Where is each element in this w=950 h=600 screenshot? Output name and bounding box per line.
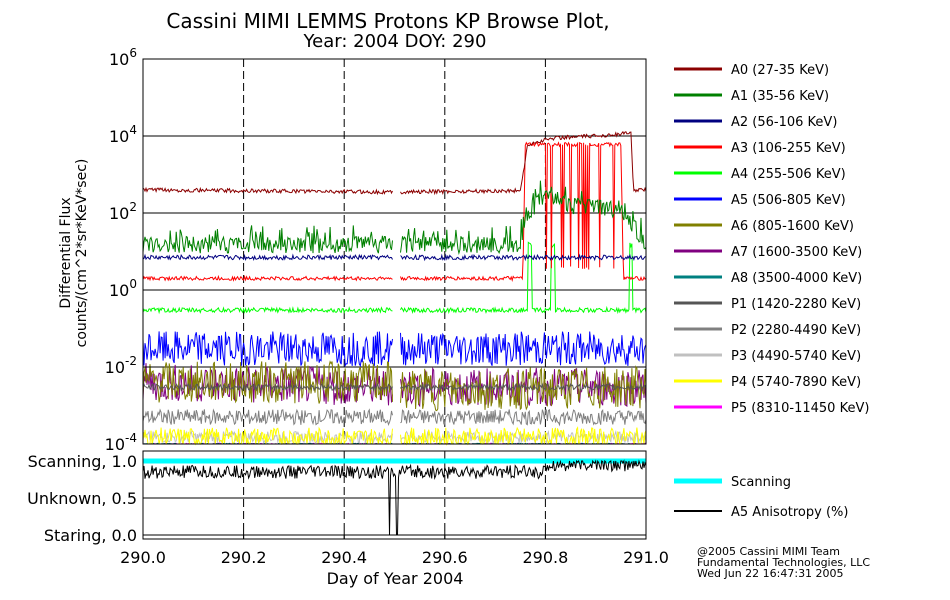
- x-tick-label: 290.4: [321, 548, 367, 567]
- flux-series-line: [142, 130, 647, 196]
- scan-y-ticks: Scanning, 1.0 Unknown, 0.5 Staring, 0.0: [27, 452, 137, 545]
- x-tick-label: 290.2: [221, 548, 267, 567]
- legend: A0 (27-35 KeV) A1 (35-56 KeV) A2 (56-106 K…: [674, 63, 869, 416]
- legend-label: P1 (1420-2280 KeV): [731, 297, 861, 312]
- scan-panel: Scanning, 1.0 Unknown, 0.5 Staring, 0.0: [27, 450, 647, 545]
- flux-series-line: [142, 408, 647, 427]
- x-tick-label: 290.6: [422, 548, 468, 567]
- flux-y-tick-label: 104: [109, 123, 137, 146]
- legend-label: A5 Anisotropy (%): [731, 505, 848, 520]
- flux-y-tick-label: 10-2: [105, 354, 137, 377]
- flux-y-tick-label: 102: [109, 200, 137, 223]
- flux-y-tick-label: 106: [109, 46, 137, 69]
- chart-subtitle: Year: 2004 DOY: 290: [303, 31, 487, 52]
- scan-y-tick-label: Scanning, 1.0: [28, 452, 137, 471]
- legend-label: A4 (255-506 KeV): [731, 167, 846, 182]
- flux-series-line: [142, 331, 647, 368]
- legend-label: A6 (805-1600 KeV): [731, 219, 854, 234]
- flux-series-line: [142, 141, 647, 282]
- x-axis-ticks: 290.0 290.2 290.4 290.6 290.8 291.0: [120, 531, 669, 567]
- x-axis-label: Day of Year 2004: [327, 569, 464, 588]
- flux-y-tick-label: 100: [109, 277, 137, 300]
- legend-label: A8 (3500-4000 KeV): [731, 271, 862, 286]
- footer-timestamp: Wed Jun 22 16:47:31 2005: [697, 567, 844, 580]
- x-tick-label: 291.0: [623, 548, 669, 567]
- flux-y-ticks: 106 104 102 100 10-2 10-4: [105, 46, 151, 454]
- flux-y-tick-label: 10-4: [105, 431, 137, 454]
- flux-panel: 106 104 102 100 10-2 10-4: [105, 46, 647, 454]
- legend-label: A5 (506-805 KeV): [731, 193, 846, 208]
- legend-label: Scanning: [731, 475, 791, 490]
- legend-label: P5 (8310-11450 KeV): [731, 401, 869, 416]
- x-tick-label: 290.0: [120, 548, 166, 567]
- legend-label: A2 (56-106 KeV): [731, 115, 837, 130]
- legend-label: P2 (2280-4490 KeV): [731, 323, 861, 338]
- lemms-browse-plot: Cassini MIMI LEMMS Protons KP Browse Plo…: [27, 9, 870, 588]
- legend-label: A1 (35-56 KeV): [731, 89, 829, 104]
- legend-label: P4 (5740-7890 KeV): [731, 375, 861, 390]
- scan-y-tick-label: Staring, 0.0: [44, 526, 137, 545]
- legend-label: P3 (4490-5740 KeV): [731, 349, 861, 364]
- scan-y-tick-label: Unknown, 0.5: [27, 489, 137, 508]
- x-tick-label: 290.8: [522, 548, 568, 567]
- legend-label: A0 (27-35 KeV): [731, 63, 829, 78]
- legend-label: A3 (106-255 KeV): [731, 141, 846, 156]
- y-axis-label-bottom: counts/(cm^2*sr*KeV*sec): [74, 159, 90, 348]
- chart-title: Cassini MIMI LEMMS Protons KP Browse Plo…: [166, 9, 609, 33]
- legend-lower: Scanning A5 Anisotropy (%): [674, 475, 848, 520]
- legend-label: A7 (1600-3500 KeV): [731, 245, 862, 260]
- flux-series-group: [142, 130, 647, 446]
- y-axis-label-top: Differential Flux: [58, 197, 74, 308]
